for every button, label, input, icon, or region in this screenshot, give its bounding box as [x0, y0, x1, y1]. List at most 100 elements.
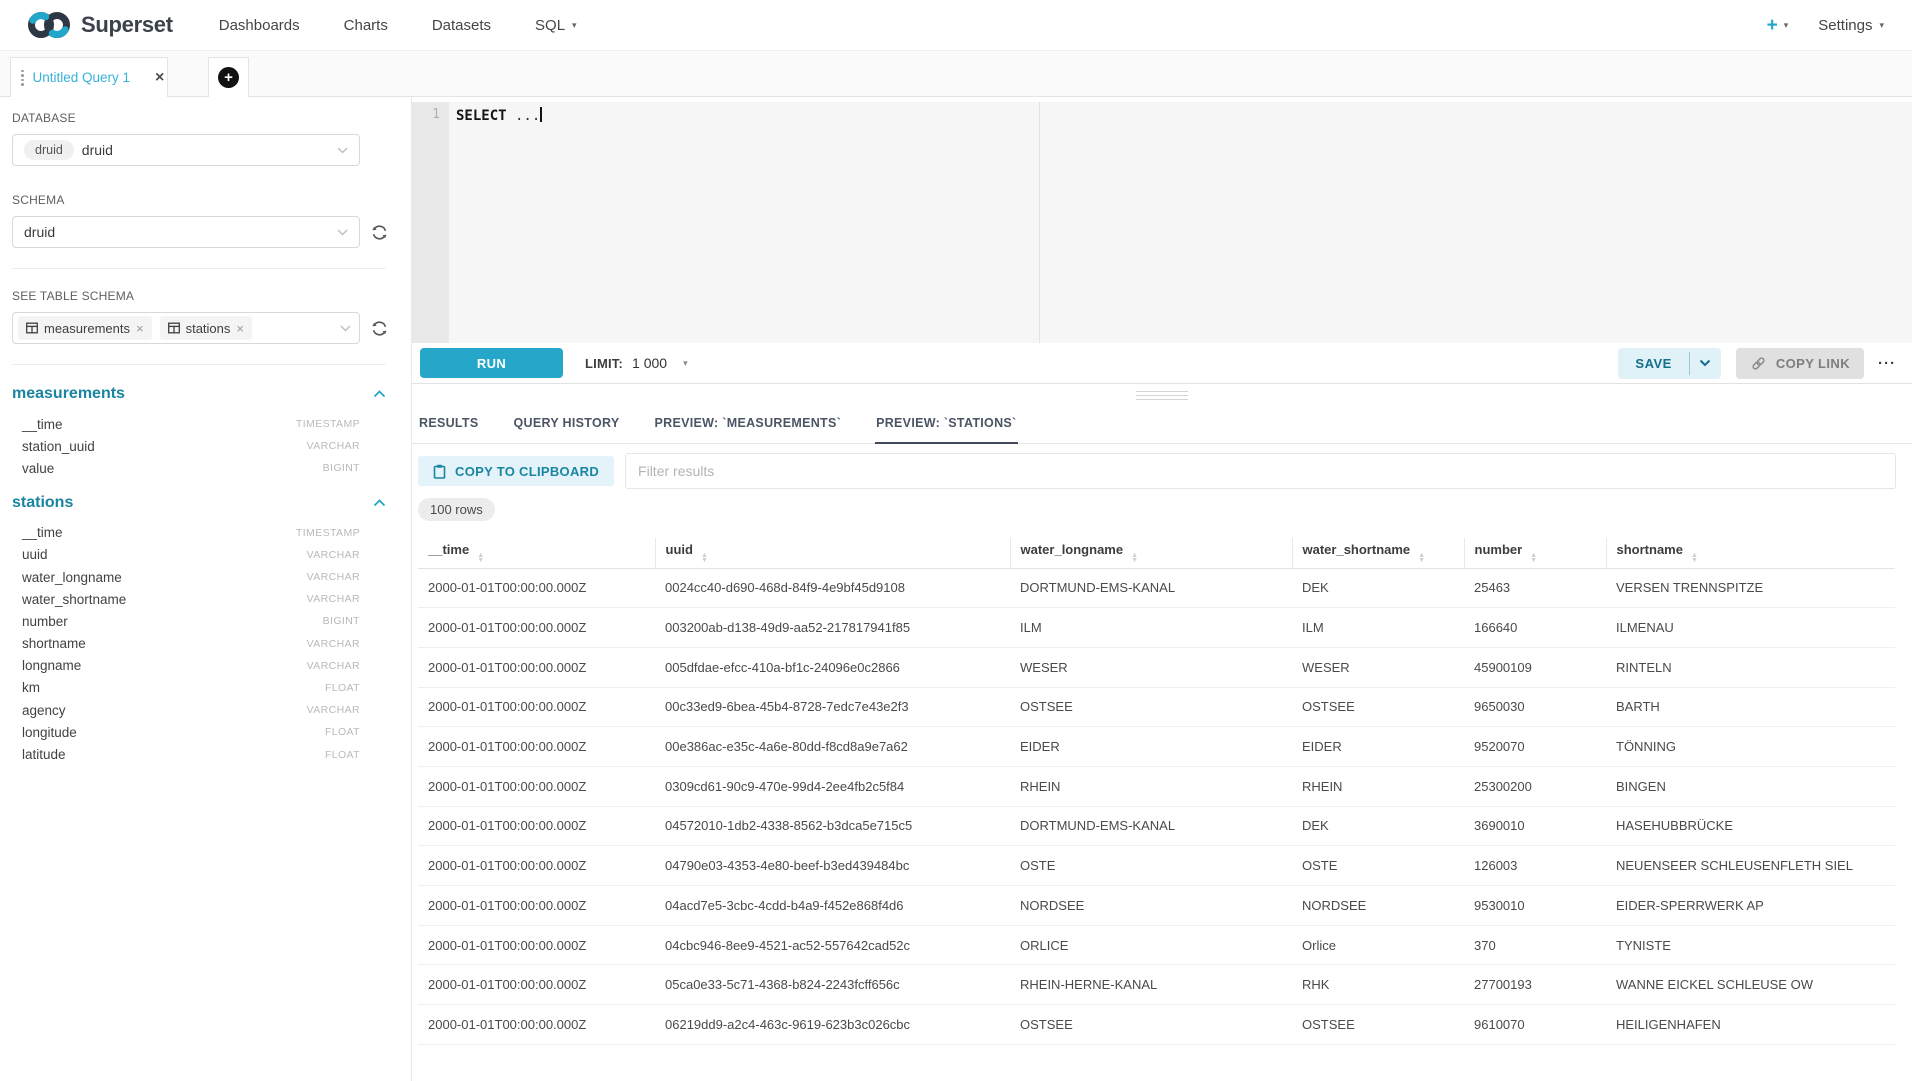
sort-icon[interactable]: ▲▼: [1530, 553, 1537, 564]
schema-column-row: station_uuid VARCHAR: [12, 435, 386, 457]
results-tabs: RESULTS QUERY HISTORY PREVIEW: `MEASUREM…: [412, 405, 1912, 444]
cell-uuid: 003200ab-d138-49d9-aa52-217817941f85: [655, 608, 1010, 648]
cell-number: 25300200: [1464, 766, 1606, 806]
schema-select[interactable]: druid: [12, 216, 360, 248]
column-header-time[interactable]: __time▲▼: [418, 538, 655, 568]
column-type: TIMESTAMP: [296, 527, 360, 539]
tab-preview-stations[interactable]: PREVIEW: `STATIONS`: [875, 405, 1017, 444]
superset-brand[interactable]: Superset: [26, 10, 173, 40]
refresh-schemas-icon[interactable]: [370, 223, 389, 242]
save-button[interactable]: SAVE: [1618, 348, 1688, 379]
schema-column-row: longname VARCHAR: [12, 655, 386, 677]
schema-column-row: __time TIMESTAMP: [12, 413, 386, 435]
nav-item-sql[interactable]: SQL ▾: [535, 17, 577, 34]
cell-water-shortname: OSTSEE: [1292, 687, 1464, 727]
filter-results-input[interactable]: [625, 453, 1896, 489]
save-options-button[interactable]: [1690, 348, 1721, 379]
sql-editor[interactable]: 1 SELECT ...: [412, 102, 1912, 343]
cell-water-longname: NORDSEE: [1010, 886, 1292, 926]
sort-icon[interactable]: ▲▼: [1691, 553, 1698, 564]
cell-water-shortname: Orlice: [1292, 925, 1464, 965]
table-tag-stations[interactable]: stations ×: [160, 316, 252, 340]
column-name: uuid: [22, 547, 48, 562]
cell-water-longname: OSTSEE: [1010, 1005, 1292, 1045]
column-type: TIMESTAMP: [296, 418, 360, 430]
column-name: number: [22, 614, 68, 629]
cell-water-shortname: RHK: [1292, 965, 1464, 1005]
cell-water-longname: DORTMUND-EMS-KANAL: [1010, 806, 1292, 846]
copy-link-button[interactable]: COPY LINK: [1736, 348, 1864, 379]
editor-code[interactable]: SELECT ...: [449, 102, 542, 343]
cell-uuid: 06219dd9-a2c4-463c-9619-623b3c026cbc: [655, 1005, 1010, 1045]
cell-shortname: BARTH: [1606, 687, 1895, 727]
table-icon: [26, 322, 38, 334]
schema-column-row: __time TIMESTAMP: [12, 522, 386, 544]
chevron-up-icon[interactable]: [373, 390, 386, 398]
chevron-down-icon: ▾: [1784, 20, 1789, 31]
cell-water-longname: RHEIN: [1010, 766, 1292, 806]
schema-column-row: water_longname VARCHAR: [12, 566, 386, 588]
schema-column-row: agency VARCHAR: [12, 699, 386, 721]
remove-table-icon[interactable]: ×: [136, 322, 144, 335]
table-tag-measurements[interactable]: measurements ×: [18, 316, 152, 340]
see-table-schema-label: SEE TABLE SCHEMA: [12, 289, 411, 303]
cell-time: 2000-01-01T00:00:00.000Z: [418, 766, 655, 806]
cell-number: 9610070: [1464, 1005, 1606, 1045]
collapse-measurements-header[interactable]: measurements: [12, 385, 386, 403]
more-options-icon[interactable]: ···: [1878, 355, 1896, 372]
table-row: 2000-01-01T00:00:00.000Z 04572010-1db2-4…: [418, 806, 1895, 846]
limit-dropdown[interactable]: LIMIT: 1 000 ▾: [585, 355, 688, 371]
refresh-tables-icon[interactable]: [370, 319, 389, 338]
table-schema-select[interactable]: measurements × stations ×: [12, 312, 360, 344]
sort-icon[interactable]: ▲▼: [1131, 553, 1138, 564]
new-item-button[interactable]: + ▾: [1767, 16, 1789, 35]
editor-gutter: 1: [412, 102, 449, 343]
column-type: VARCHAR: [307, 704, 360, 716]
chevron-up-icon[interactable]: [373, 499, 386, 507]
schema-column-row: uuid VARCHAR: [12, 544, 386, 566]
column-header-water-longname[interactable]: water_longname▲▼: [1010, 538, 1292, 568]
column-type: VARCHAR: [307, 593, 360, 605]
chevron-down-icon: ▾: [1879, 20, 1884, 31]
nav-item-charts[interactable]: Charts: [344, 17, 388, 34]
tab-preview-measurements[interactable]: PREVIEW: `MEASUREMENTS`: [654, 405, 843, 444]
cell-number: 9530010: [1464, 886, 1606, 926]
cell-water-shortname: OSTSEE: [1292, 1005, 1464, 1045]
column-header-shortname[interactable]: shortname▲▼: [1606, 538, 1895, 568]
close-tab-icon[interactable]: ×: [155, 70, 164, 86]
cell-time: 2000-01-01T00:00:00.000Z: [418, 965, 655, 1005]
chevron-down-icon: [337, 229, 348, 236]
sort-icon[interactable]: ▲▼: [701, 553, 708, 564]
column-type: VARCHAR: [307, 571, 360, 583]
copy-to-clipboard-button[interactable]: COPY TO CLIPBOARD: [418, 456, 614, 486]
cell-water-longname: WESER: [1010, 647, 1292, 687]
column-type: FLOAT: [325, 726, 360, 738]
drag-handle-icon[interactable]: [21, 70, 24, 86]
query-tab-active[interactable]: Untitled Query 1 ×: [10, 57, 168, 97]
database-select[interactable]: druid druid: [12, 134, 360, 166]
column-type: VARCHAR: [307, 440, 360, 452]
sort-icon[interactable]: ▲▼: [1418, 553, 1425, 564]
cell-shortname: TÖNNING: [1606, 727, 1895, 767]
add-query-tab-button[interactable]: +: [208, 57, 249, 97]
cell-time: 2000-01-01T00:00:00.000Z: [418, 608, 655, 648]
column-header-number[interactable]: number▲▼: [1464, 538, 1606, 568]
pane-resize-handle[interactable]: [1136, 391, 1188, 403]
schema-column-row: number BIGINT: [12, 610, 386, 632]
nav-item-datasets[interactable]: Datasets: [432, 17, 491, 34]
remove-table-icon[interactable]: ×: [236, 322, 244, 335]
settings-menu[interactable]: Settings ▾: [1818, 17, 1884, 34]
cell-time: 2000-01-01T00:00:00.000Z: [418, 925, 655, 965]
cell-time: 2000-01-01T00:00:00.000Z: [418, 687, 655, 727]
nav-item-dashboards[interactable]: Dashboards: [219, 17, 300, 34]
cell-water-longname: ORLICE: [1010, 925, 1292, 965]
collapse-stations-header[interactable]: stations: [12, 494, 386, 512]
table-row: 2000-01-01T00:00:00.000Z 00c33ed9-6bea-4…: [418, 687, 1895, 727]
tab-results[interactable]: RESULTS: [418, 405, 480, 444]
cell-number: 9520070: [1464, 727, 1606, 767]
column-header-water-shortname[interactable]: water_shortname▲▼: [1292, 538, 1464, 568]
tab-query-history[interactable]: QUERY HISTORY: [513, 405, 621, 444]
run-button[interactable]: RUN: [420, 348, 563, 378]
column-header-uuid[interactable]: uuid▲▼: [655, 538, 1010, 568]
sort-icon[interactable]: ▲▼: [477, 553, 484, 564]
